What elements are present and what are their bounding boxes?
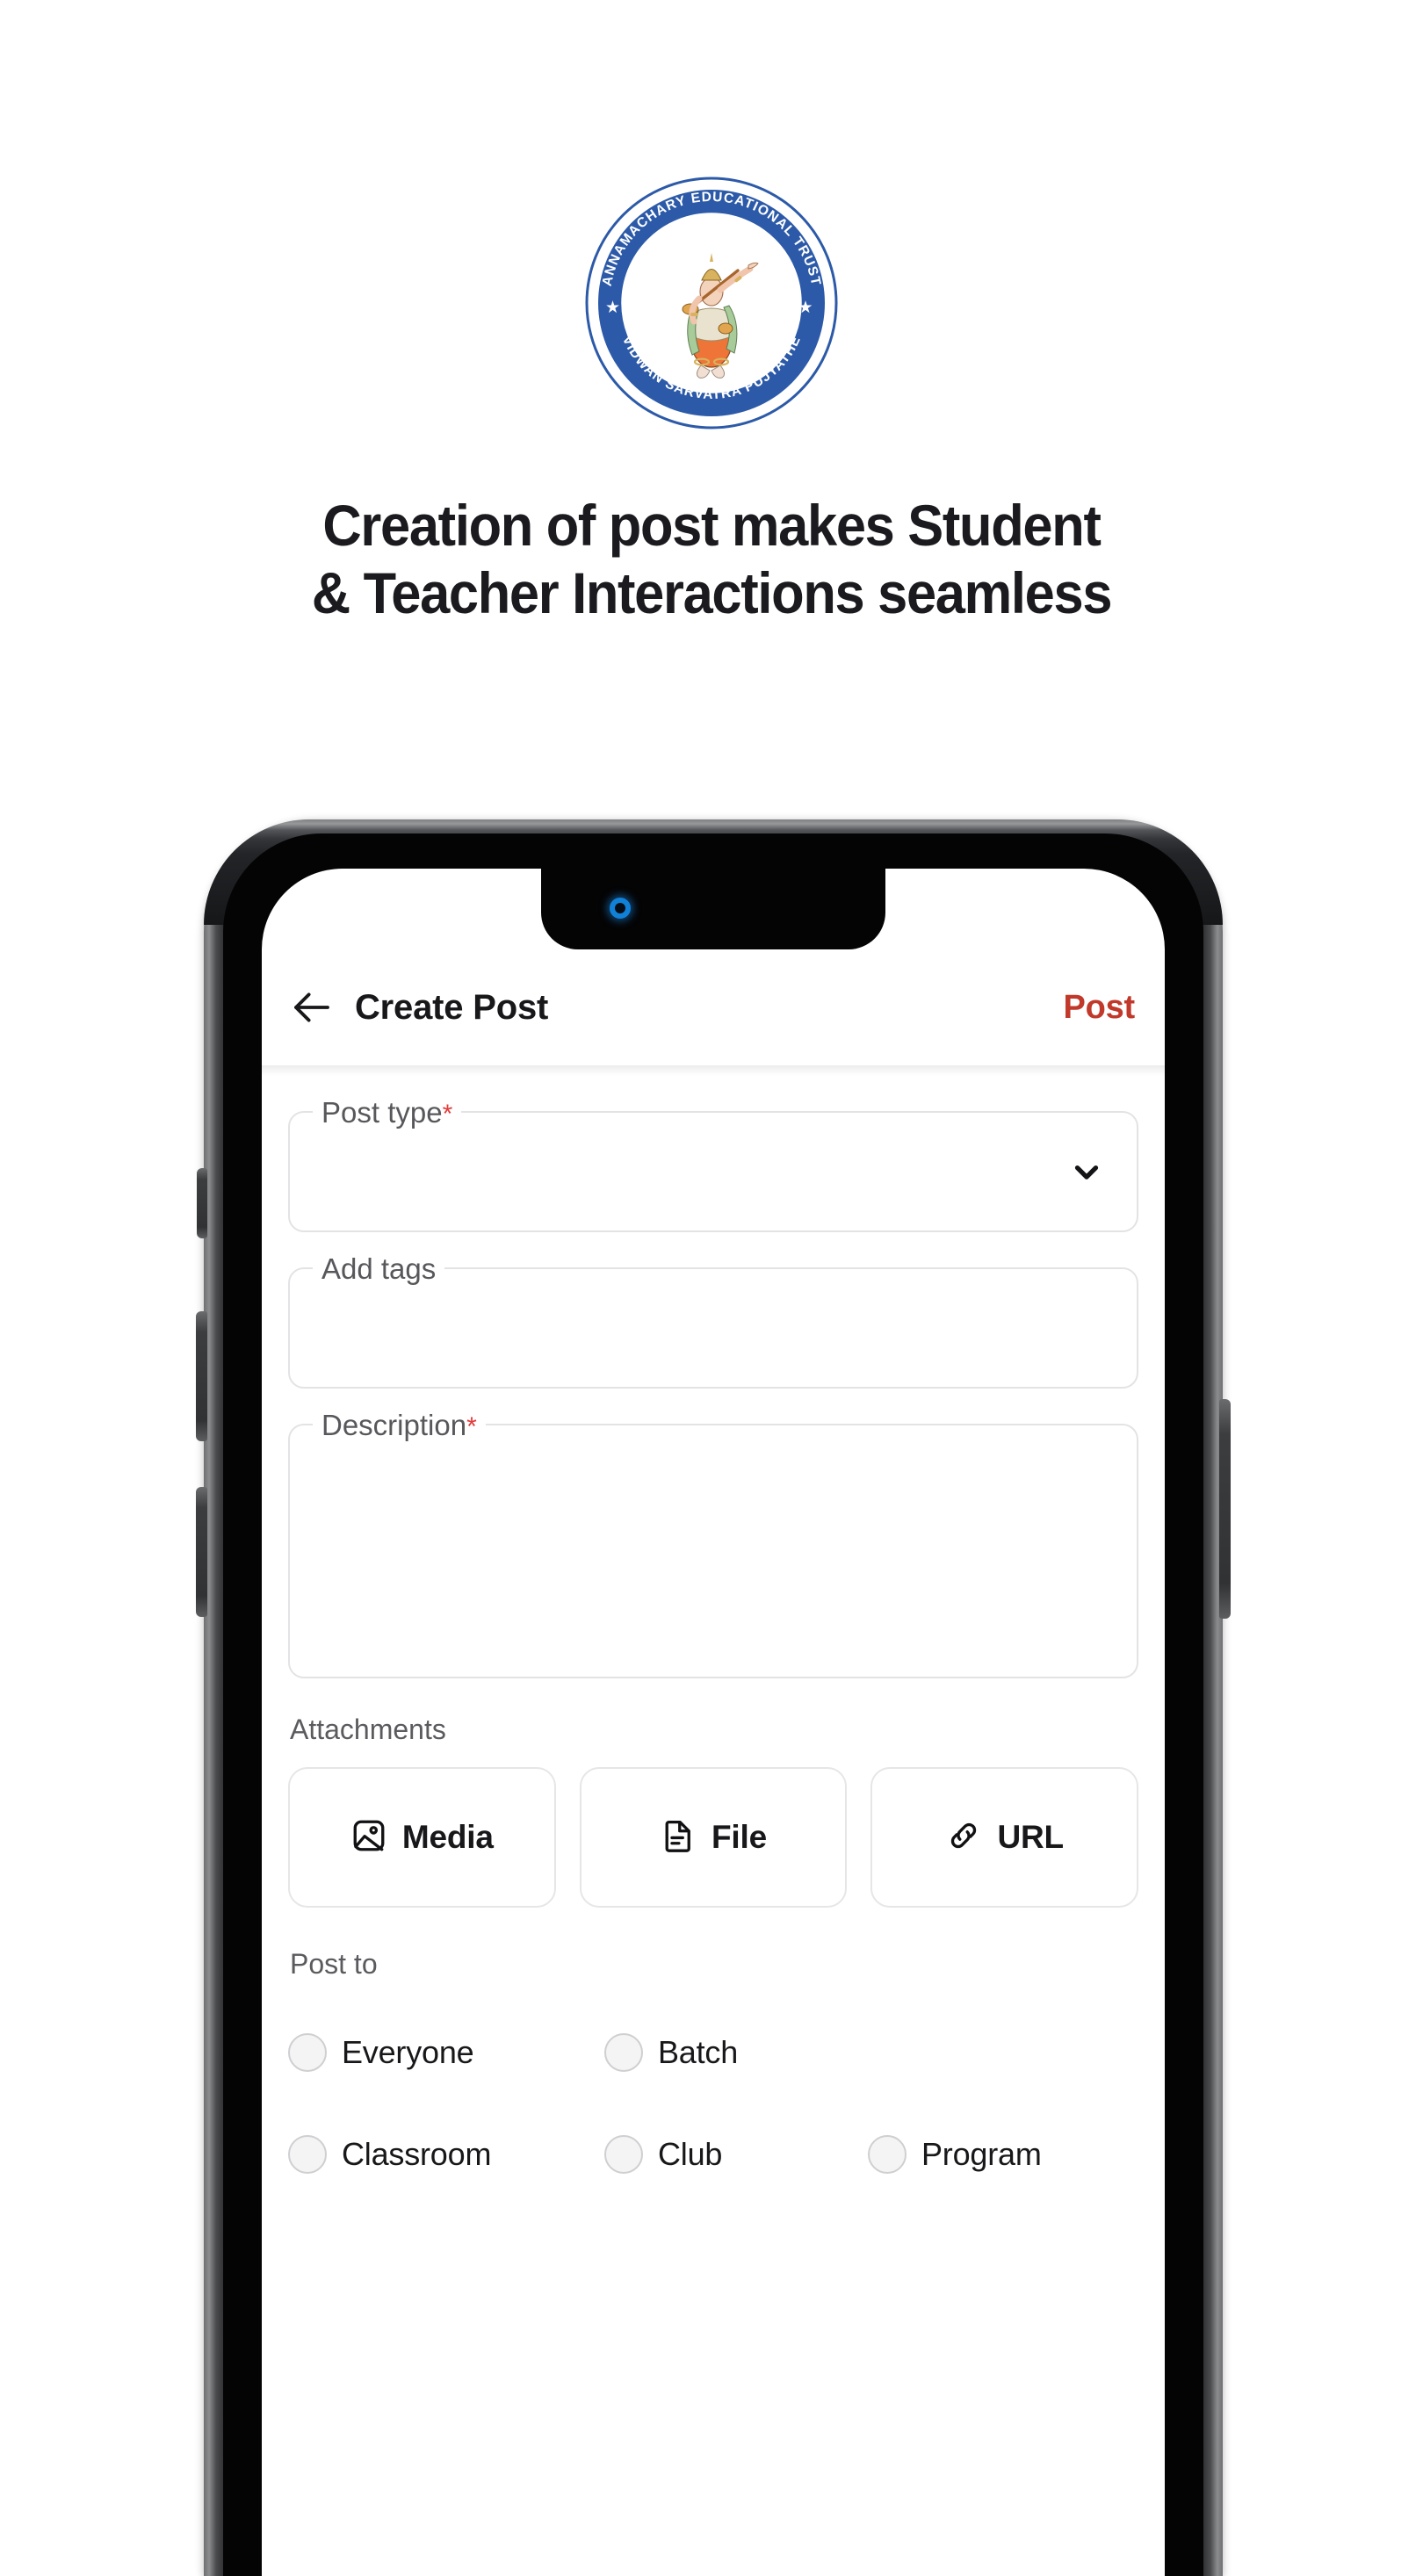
add-tags-input[interactable]: Add tags xyxy=(288,1252,1138,1389)
post-type-label-text: Post type xyxy=(321,1096,443,1129)
post-button[interactable]: Post xyxy=(1063,989,1135,1027)
radio-label: Club xyxy=(658,2136,723,2172)
post-to-label: Post to xyxy=(290,1948,378,1980)
headline-line-1: Creation of post makes Student xyxy=(322,493,1101,558)
app-bar-divider xyxy=(262,1065,1165,1076)
chevron-down-icon[interactable] xyxy=(1068,1153,1105,1190)
image-icon xyxy=(350,1817,387,1858)
description-label-text: Description xyxy=(321,1409,467,1441)
radio-button-icon[interactable] xyxy=(288,2135,327,2174)
arrow-left-icon[interactable] xyxy=(288,984,336,1031)
phone-bezel: Create Post Post Post type* Add tags Des… xyxy=(223,833,1203,2576)
page-title: Create Post xyxy=(355,987,549,1027)
post-to-radio-group: Everyone Batch Classroom Club Program xyxy=(288,2002,1138,2205)
radio-option-program[interactable]: Program xyxy=(868,2103,1131,2205)
mute-switch[interactable] xyxy=(197,1168,207,1238)
headline-line-2: & Teacher Interactions seamless xyxy=(311,560,1113,626)
attachments-row: Media File URL xyxy=(288,1767,1139,1908)
document-icon xyxy=(660,1817,697,1858)
phone-screen: Create Post Post Post type* Add tags Des… xyxy=(262,869,1165,2576)
page-headline: Creation of post makes Student & Teacher… xyxy=(50,492,1374,627)
svg-text:★: ★ xyxy=(605,298,620,317)
link-icon xyxy=(945,1817,982,1858)
add-tags-label-text: Add tags xyxy=(321,1252,437,1285)
radio-label: Batch xyxy=(658,2034,739,2070)
radio-label: Classroom xyxy=(342,2136,492,2172)
volume-down-button[interactable] xyxy=(196,1487,207,1617)
radio-option-everyone[interactable]: Everyone xyxy=(288,2002,604,2103)
create-post-form: Post type* Add tags Description* Attachm… xyxy=(262,1076,1165,2576)
radio-button-icon[interactable] xyxy=(604,2033,643,2072)
attach-url-button[interactable]: URL xyxy=(870,1767,1139,1908)
volume-up-button[interactable] xyxy=(196,1311,207,1441)
radio-button-icon[interactable] xyxy=(288,2033,327,2072)
radio-option-club[interactable]: Club xyxy=(604,2103,868,2205)
attach-url-label: URL xyxy=(997,1819,1064,1855)
description-textarea[interactable]: Description* xyxy=(288,1408,1138,1678)
attachments-label: Attachments xyxy=(290,1714,446,1745)
required-asterisk: * xyxy=(442,1100,453,1129)
add-tags-label: Add tags xyxy=(313,1252,445,1288)
radio-label: Program xyxy=(921,2136,1042,2172)
radio-button-icon[interactable] xyxy=(868,2135,907,2174)
attach-file-button[interactable]: File xyxy=(579,1767,848,1908)
brand-logo-container: ANNAMACHARY EDUCATIONAL TRUST VIDWAN SAR… xyxy=(0,176,1423,430)
svg-text:★: ★ xyxy=(798,298,813,317)
radio-option-batch[interactable]: Batch xyxy=(604,2002,921,2103)
annamachary-educational-trust-logo: ANNAMACHARY EDUCATIONAL TRUST VIDWAN SAR… xyxy=(584,176,839,430)
description-label: Description* xyxy=(313,1408,486,1445)
attach-file-label: File xyxy=(712,1819,767,1855)
required-asterisk: * xyxy=(466,1412,477,1441)
radio-label: Everyone xyxy=(342,2034,474,2070)
phone-mockup: Create Post Post Post type* Add tags Des… xyxy=(196,819,1231,2576)
front-camera-icon xyxy=(610,898,631,919)
post-type-dropdown[interactable]: Post type* xyxy=(288,1095,1138,1232)
attach-media-label: Media xyxy=(401,1819,494,1855)
post-type-label: Post type* xyxy=(313,1095,462,1132)
phone-notch xyxy=(541,869,885,949)
power-button[interactable] xyxy=(1219,1399,1231,1619)
app-bar: Create Post Post xyxy=(262,949,1165,1065)
radio-option-classroom[interactable]: Classroom xyxy=(288,2103,604,2205)
attach-media-button[interactable]: Media xyxy=(288,1767,556,1908)
radio-button-icon[interactable] xyxy=(604,2135,643,2174)
